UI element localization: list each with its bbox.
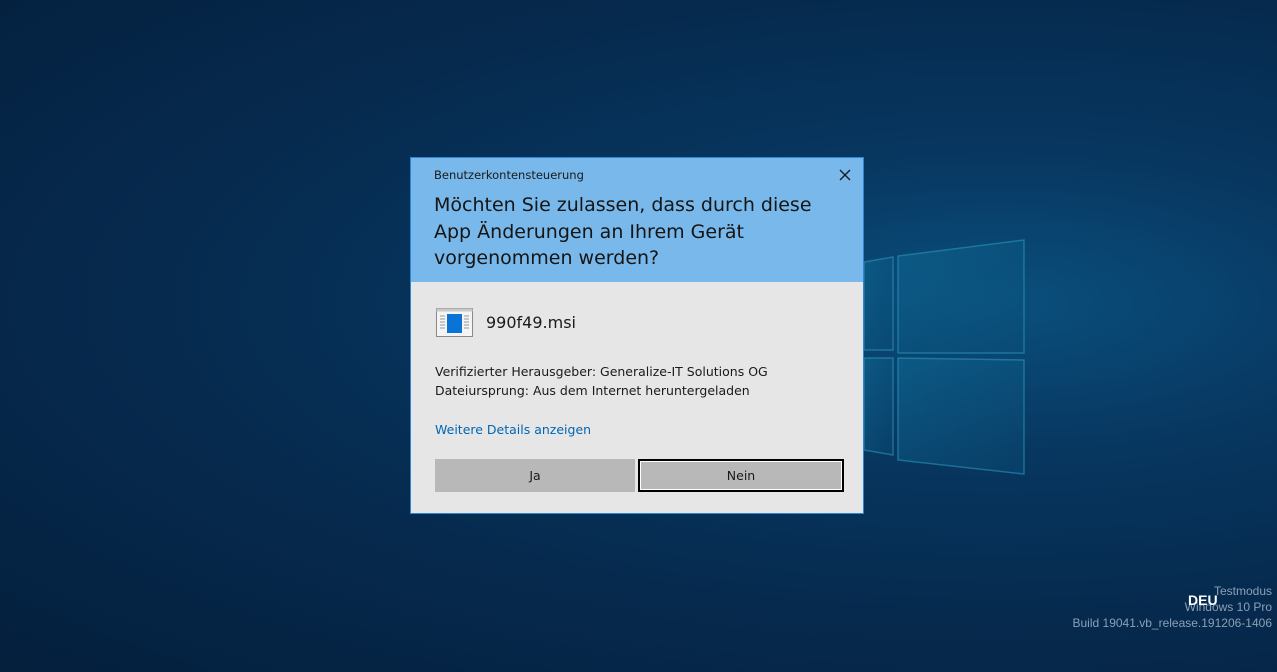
dialog-question: Möchten Sie zulassen, dass durch diese A… xyxy=(434,194,812,269)
uac-body: 990f49.msi Verifizierter Herausgeber: Ge… xyxy=(411,282,863,513)
watermark-edition: Windows 10 Pro xyxy=(1184,600,1272,614)
origin-line: Dateiursprung: Aus dem Internet herunter… xyxy=(435,383,750,398)
yes-button[interactable]: Ja xyxy=(435,459,635,492)
more-details-link[interactable]: Weitere Details anzeigen xyxy=(435,422,591,437)
close-icon xyxy=(839,169,851,181)
watermark-mode: Testmodus xyxy=(1213,584,1272,598)
uac-header: Benutzerkontensteuerung Möchten Sie zula… xyxy=(411,158,863,282)
watermark-build: Build 19041.vb_release.191206-1406 xyxy=(1072,616,1273,630)
no-button[interactable]: Nein xyxy=(638,459,844,492)
publisher-line: Verifizierter Herausgeber: Generalize-IT… xyxy=(435,364,768,379)
language-indicator[interactable]: DEU xyxy=(1188,592,1218,608)
app-name: 990f49.msi xyxy=(486,313,576,332)
uac-dialog: Benutzerkontensteuerung Möchten Sie zula… xyxy=(410,157,864,514)
installer-app-icon xyxy=(436,308,473,337)
dialog-caption: Benutzerkontensteuerung xyxy=(434,168,584,182)
close-button[interactable] xyxy=(833,164,857,186)
test-mode-watermark: Testmodus Windows 10 Pro Build 19041.vb_… xyxy=(1073,583,1273,631)
